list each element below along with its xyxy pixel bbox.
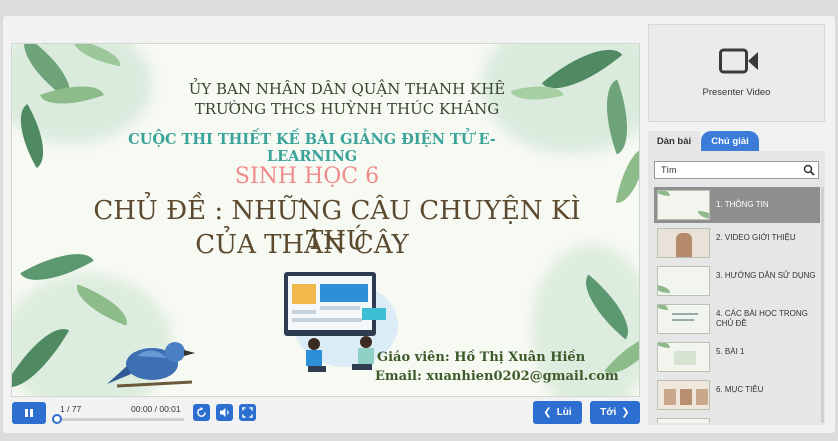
- search-box[interactable]: [654, 161, 819, 179]
- slide-thumbnail: [657, 304, 710, 334]
- slide-thumbnail: [657, 190, 710, 220]
- slide-thumbnail: [657, 380, 710, 410]
- leaf-decoration: [615, 143, 639, 207]
- outline-item-objectives[interactable]: 6. MỤC TIÊU: [654, 377, 820, 413]
- outline-scrollbar[interactable]: [821, 187, 824, 423]
- volume-button[interactable]: [216, 404, 233, 421]
- outline-item-label: 4. CÁC BÀI HỌC TRONG CHỦ ĐỀ: [716, 309, 808, 328]
- chevron-left-icon: ❮: [543, 407, 552, 418]
- slide-thumbnail: [657, 266, 710, 296]
- outline-item-guide[interactable]: 3. HƯỚNG DẪN SỬ DỤNG: [654, 263, 820, 299]
- search-input[interactable]: [661, 165, 791, 175]
- teacher-email: Email: xuanhien0202@gmail.com: [375, 369, 619, 384]
- chevron-right-icon: ❯: [621, 407, 630, 418]
- subject-title: SINH HỌC 6: [234, 164, 380, 189]
- replay-icon: [197, 407, 206, 417]
- tab-outline[interactable]: Dàn bài: [648, 131, 700, 151]
- slide-counter: 1 / 77: [60, 404, 82, 414]
- outline-item-lesson-1[interactable]: 5. BÀI 1: [654, 339, 820, 375]
- outline-item-video[interactable]: 2. VIDEO GIỚI THIỆU: [654, 225, 820, 261]
- outline-item-next[interactable]: [654, 415, 820, 423]
- outline-item-label: 6. MỤC TIÊU: [716, 385, 764, 394]
- replay-button[interactable]: [193, 404, 210, 421]
- outline-item-label: 1. THÔNG TIN: [716, 200, 769, 209]
- contest-title: CUỘC THI THIẾT KẾ BÀI GIẢNG ĐIỆN TỬ E-LE…: [128, 131, 496, 165]
- organization-line-1: ỦY BAN NHÂN DÂN QUẬN THANH KHÊ: [188, 80, 506, 98]
- slide-thumbnail: [657, 342, 710, 372]
- outline-item-label: 2. VIDEO GIỚI THIỆU: [716, 233, 796, 242]
- topic-line-2: CỦA THÂN CÂY: [195, 230, 409, 260]
- next-button[interactable]: Tới ❯: [590, 401, 640, 424]
- search-icon[interactable]: [803, 164, 815, 176]
- pause-button[interactable]: [12, 402, 46, 424]
- back-button[interactable]: ❮ Lùi: [533, 401, 582, 424]
- seek-handle[interactable]: [52, 414, 62, 424]
- back-button-label: Lùi: [556, 407, 572, 418]
- seek-bar[interactable]: [56, 418, 184, 421]
- fullscreen-button[interactable]: [239, 404, 256, 421]
- video-camera-icon: [719, 48, 758, 74]
- outline-item-info[interactable]: 1. THÔNG TIN: [654, 187, 820, 223]
- pause-icon: [25, 409, 33, 417]
- outline-list: 1. THÔNG TIN 2. VIDEO GIỚI THIỆU 3. HƯỚN…: [654, 187, 820, 423]
- next-button-label: Tới: [600, 407, 617, 418]
- presenter-video-panel: Presenter Video: [648, 24, 825, 122]
- fullscreen-icon: [242, 407, 253, 418]
- tab-notes[interactable]: Chú giải: [701, 131, 759, 151]
- teacher-name: Giáo viên: Hồ Thị Xuân Hiền: [377, 350, 586, 365]
- organization-line-2: TRƯỜNG THCS HUỲNH THÚC KHÁNG: [194, 100, 500, 118]
- volume-icon: [219, 407, 229, 418]
- slide-thumbnail: [657, 228, 710, 258]
- time-readout: 00:00 / 00:01: [131, 404, 181, 414]
- sidebar-tabs: Dàn bài Chú giải: [648, 131, 825, 151]
- outline-item-label: 3. HƯỚNG DẪN SỬ DỤNG: [716, 271, 816, 280]
- outline-item-label: 5. BÀI 1: [716, 347, 745, 356]
- slide-thumbnail: [657, 418, 710, 423]
- presenter-video-label: Presenter Video: [702, 87, 771, 98]
- outline-item-lessons[interactable]: 4. CÁC BÀI HỌC TRONG CHỦ ĐỀ: [654, 301, 820, 337]
- bird-illustration: [107, 342, 195, 388]
- slide-canvas: ỦY BAN NHÂN DÂN QUẬN THANH KHÊ TRƯỜNG TH…: [11, 43, 640, 397]
